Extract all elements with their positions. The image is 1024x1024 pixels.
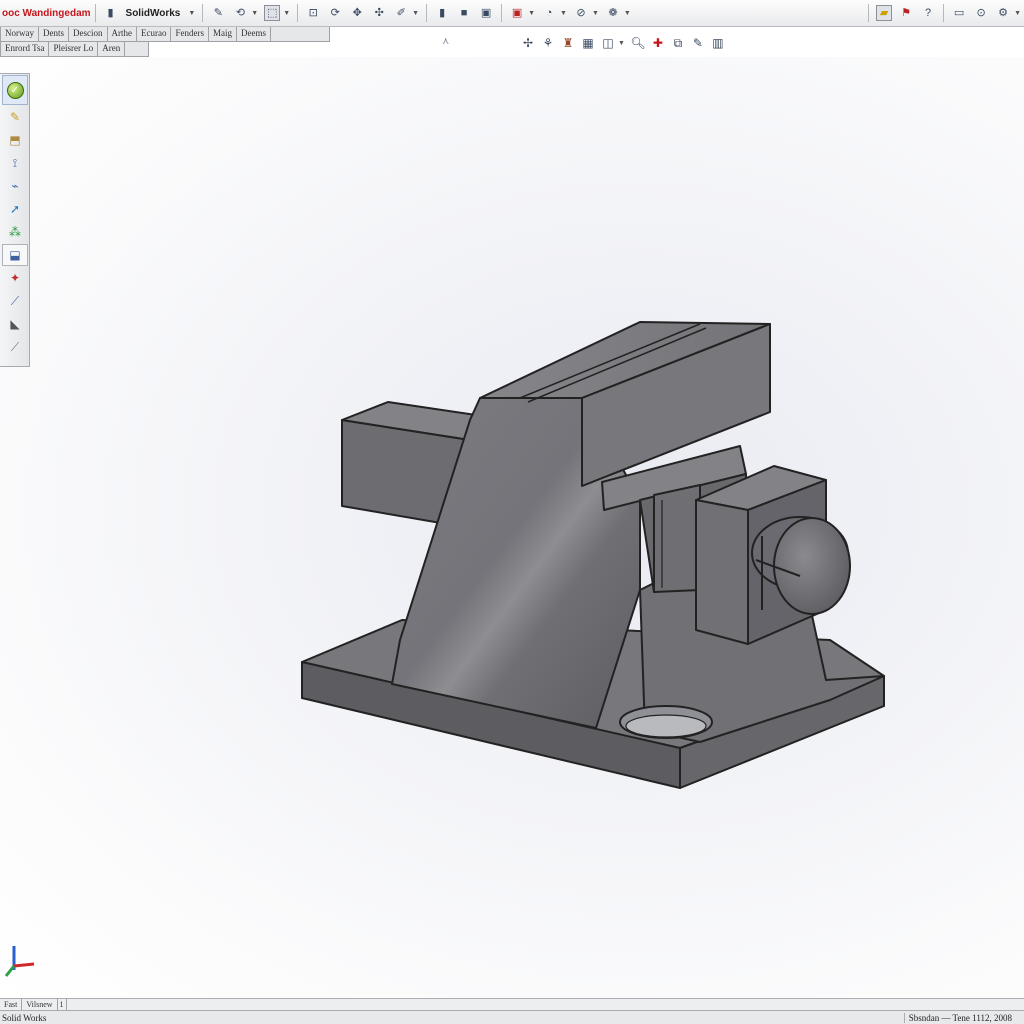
vise-model-3d[interactable] [0,57,1024,998]
tab-fenders[interactable]: Fenders [171,27,209,41]
draft-icon[interactable]: ⟋ [2,336,28,358]
pan-icon[interactable]: ✥ [349,5,365,21]
tab-deems[interactable]: Deems [237,27,271,41]
chamfer-icon[interactable]: ⬓ [2,244,28,266]
graphics-area[interactable] [0,57,1024,998]
tab-1[interactable]: 1 [58,999,67,1010]
tab-dents[interactable]: Dents [39,27,69,41]
chevron-down-icon[interactable]: ▼ [1014,10,1021,17]
chevron-down-icon[interactable]: ▼ [560,10,567,17]
bolt-hole-inner [625,714,707,738]
help-icon[interactable]: ? [920,5,936,21]
section-icon[interactable]: ▣ [509,5,525,21]
tab-maig[interactable]: Maig [209,27,237,41]
toolbar-separator [297,4,299,22]
tab-pleisrer[interactable]: Pleisrer Lo [49,42,99,56]
model-tabs: Fast Vilsnew 1 [0,998,1024,1010]
chevron-down-icon[interactable]: ▼ [251,10,258,17]
add-icon[interactable]: ✚ [650,35,666,51]
appearance-icon[interactable]: ❁ [605,5,621,21]
zoom-to-fit-icon[interactable]: ✢ [520,35,536,51]
mirror-icon[interactable]: ◣ [2,313,28,335]
feature-toolbar: ✓ ✎ ⬒ ⟟ ⌁ ➚ ⁂ ⬓ ✦ ⟋ ◣ ⟋ [0,73,30,367]
tab-ecurao[interactable]: Ecurao [137,27,172,41]
extrude-icon[interactable]: ⬒ [2,129,28,151]
status-bar: Solid Works Sbsndan — Tene 1112, 2008 [0,1010,1024,1024]
hide-show-icon[interactable]: ⊘ [573,5,589,21]
axis-triad [4,946,35,977]
sketch-icon[interactable]: ✐ [393,5,409,21]
toolbar-separator [943,4,945,22]
open-icon[interactable]: ✎ [210,5,226,21]
heads-up-view-toolbar: ✢ ⚘ ♜ ▦ ◫ ▼ 🔍︎ ✚ ⧉ ✎ ▥ [518,33,728,53]
ok-check-button[interactable]: ✓ [2,75,28,105]
hide-show-icon[interactable]: ⧉ [670,35,686,51]
tab-fast[interactable]: Fast [0,999,23,1010]
chevron-down-icon[interactable]: ▼ [592,10,599,17]
tab-arthe[interactable]: Arthe [108,27,137,41]
revolve-icon[interactable]: ⟟ [2,152,28,174]
menu-toolbar: ooc Wandingedam ▮ SolidWorks ▼ ✎ ⟲ ▼ ⬚ ▼… [0,0,1024,27]
chevron-down-icon[interactable]: ▼ [188,10,195,17]
jaw-plate [653,484,701,593]
options-icon[interactable]: ⚑ [898,5,914,21]
knob-face [773,517,851,615]
shell-icon[interactable]: ⟋ [2,290,28,312]
toolbar-separator [501,4,503,22]
tab-norway[interactable]: Norway [1,27,39,41]
reference-arrow-icon: ⋏ [442,36,450,47]
view-orientation-icon[interactable]: ◫ [600,35,616,51]
toolbar-separator [94,4,96,22]
chevron-down-icon[interactable]: ▼ [283,10,290,17]
chevron-down-icon[interactable]: ▼ [618,40,625,47]
status-right: Sbsndan — Tene 1112, 2008 [903,1012,1018,1023]
chevron-down-icon[interactable]: ▼ [528,10,535,17]
zoom-area-icon[interactable]: ⚘ [540,35,556,51]
window-icon[interactable]: ▭ [951,5,967,21]
document-title: SolidWorks [125,7,181,19]
toolbar-separator [202,4,204,22]
settings-icon[interactable]: ⚙ [995,5,1011,21]
command-tabs: Norway Dents Descion Arthe Ecurao Fender… [0,27,330,42]
tab-descion[interactable]: Descion [69,27,108,41]
search-icon[interactable]: 🔍︎ [630,35,646,51]
rib-icon[interactable]: ✦ [2,267,28,289]
gearbox-front [695,499,749,645]
new-document-icon[interactable]: ▮ [103,5,119,21]
sketch-icon[interactable]: ✎ [2,106,28,128]
previous-view-icon[interactable]: ♜ [560,35,576,51]
tab-enrord[interactable]: Enrord Tsa [1,42,50,56]
zoom-icon[interactable]: ✣ [371,5,387,21]
sweep-icon[interactable]: ⌁ [2,175,28,197]
search-icon[interactable]: ⊙ [973,5,989,21]
tab-vilsnew[interactable]: Vilsnew [22,999,58,1010]
status-left: Solid Works [2,1012,47,1023]
toolbar-separator [426,4,428,22]
apply-scene-icon[interactable]: ▥ [710,35,726,51]
view-orient-icon[interactable]: ⊡ [305,5,321,21]
select-icon[interactable]: ⬚ [264,5,281,21]
chevron-down-icon[interactable]: ▼ [412,10,419,17]
command-tabs-secondary: Enrord Tsa Pleisrer Lo Aren [0,42,149,57]
fillet-icon[interactable]: ⁂ [2,221,28,243]
save-icon[interactable]: ▣ [478,5,494,21]
edit-appearance-icon[interactable]: ✎ [690,35,706,51]
display-style-icon[interactable]: ◔ [541,5,557,21]
loft-icon[interactable]: ➚ [2,198,28,220]
cube-icon[interactable]: ■ [456,5,472,21]
toolbar-separator [868,4,870,22]
rebuild-icon[interactable]: ⟲ [232,5,248,21]
chevron-down-icon[interactable]: ▼ [624,10,631,17]
section-view-icon[interactable]: ▦ [580,35,596,51]
rotate-icon[interactable]: ⟳ [327,5,343,21]
folder-icon[interactable]: ▰ [876,5,893,21]
app-brand: ooc Wandingedam [2,7,91,19]
check-icon: ✓ [6,81,24,99]
tab-aren[interactable]: Aren [98,42,126,56]
cylinder-icon[interactable]: ▮ [434,5,450,21]
solidworks-window: ooc Wandingedam ▮ SolidWorks ▼ ✎ ⟲ ▼ ⬚ ▼… [0,0,1024,1024]
